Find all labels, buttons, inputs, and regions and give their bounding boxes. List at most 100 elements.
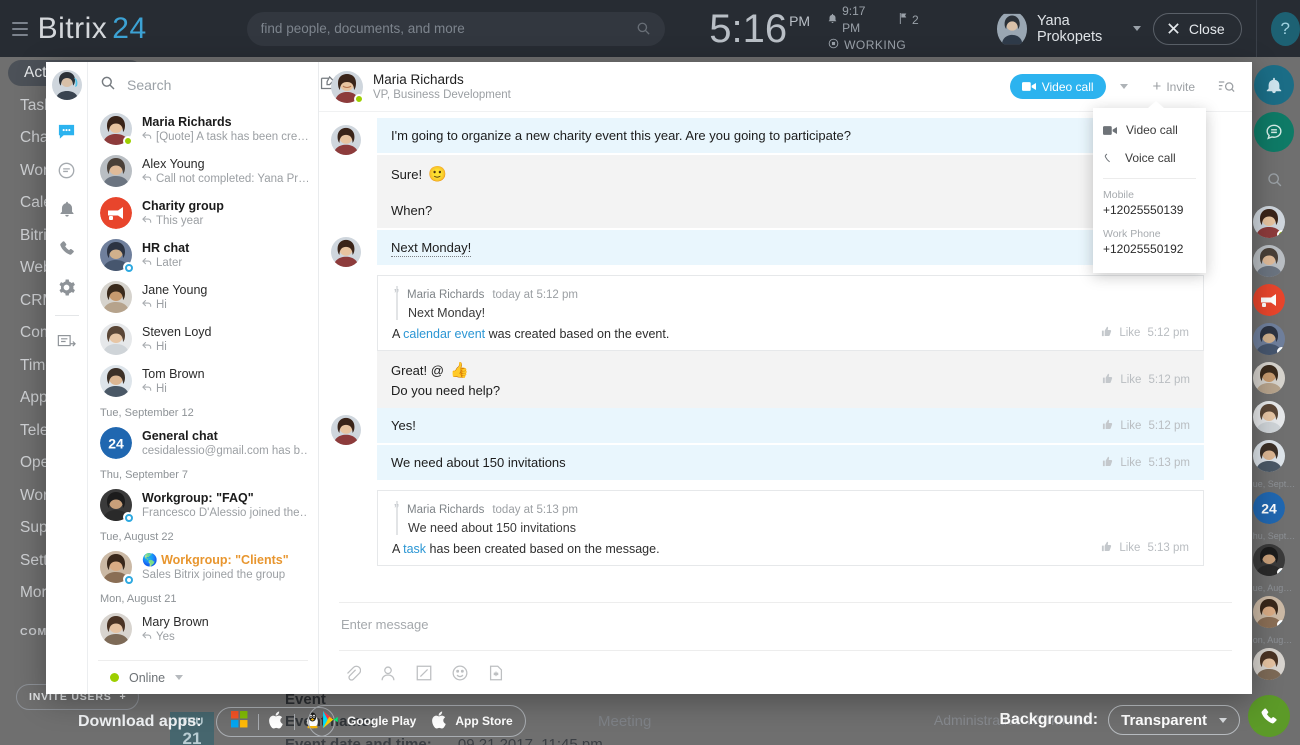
rail-avatar[interactable] bbox=[1253, 648, 1285, 680]
list-item[interactable]: Alex YoungCall not completed: Yana Pr… bbox=[88, 150, 318, 192]
work-phone-number: +12025550192 bbox=[1103, 241, 1196, 257]
online-status-row[interactable]: Online bbox=[98, 660, 308, 694]
list-item[interactable]: 24General chatcesidalessio@gmail.com has… bbox=[88, 422, 318, 464]
emoji-icon[interactable] bbox=[451, 664, 469, 682]
search-list-icon[interactable] bbox=[1214, 75, 1238, 99]
notifications-button[interactable] bbox=[1254, 65, 1294, 105]
message-bubble: I'm going to organize a new charity even… bbox=[377, 118, 1204, 153]
like-icon[interactable] bbox=[1102, 456, 1113, 470]
sidebar-item-open-channels[interactable] bbox=[50, 155, 84, 185]
like-icon[interactable] bbox=[1102, 419, 1113, 433]
google-play-label: Google Play bbox=[347, 714, 416, 728]
dropdown-mobile-phone[interactable]: Mobile +12025550139 bbox=[1093, 185, 1206, 224]
messages-button[interactable] bbox=[1254, 112, 1294, 152]
sidebar-item-notifications[interactable] bbox=[50, 194, 84, 224]
chat-preview: Hi bbox=[142, 298, 308, 312]
like-icon[interactable] bbox=[1101, 326, 1112, 340]
list-item[interactable]: Mary BrownYes bbox=[88, 608, 318, 650]
sidebar-item-phone[interactable] bbox=[50, 233, 84, 263]
message-like-row[interactable]: Like5:13 pm bbox=[1102, 456, 1190, 470]
rail-avatar[interactable] bbox=[1253, 245, 1285, 277]
like-label[interactable]: Like bbox=[1119, 327, 1140, 339]
mention-icon[interactable] bbox=[379, 664, 397, 682]
invite-button[interactable]: + Invite bbox=[1142, 74, 1206, 99]
message-like-row[interactable]: Like5:12 pm bbox=[1102, 373, 1190, 387]
dropdown-voice-call[interactable]: Voice call bbox=[1093, 144, 1206, 172]
avatar bbox=[100, 281, 132, 313]
apple-icon[interactable] bbox=[269, 711, 284, 734]
rail-avatar[interactable] bbox=[1253, 440, 1285, 472]
list-item[interactable]: Charity groupThis year bbox=[88, 192, 318, 234]
list-item[interactable]: Workgroup: "FAQ"Francesco D'Alessio join… bbox=[88, 484, 318, 526]
background-select[interactable]: Transparent bbox=[1108, 705, 1240, 735]
call-options-button[interactable] bbox=[1114, 74, 1134, 99]
rail-avatar[interactable] bbox=[1253, 206, 1285, 238]
chat-list-date-separator: Tue, August 22 bbox=[88, 526, 318, 546]
list-item[interactable]: 🌎 Workgroup: "Clients"Sales Bitrix joine… bbox=[88, 546, 318, 588]
file-icon[interactable] bbox=[487, 664, 505, 682]
quote-link[interactable]: task bbox=[403, 542, 426, 556]
rail-avatar[interactable] bbox=[1253, 323, 1285, 355]
like-label[interactable]: Like bbox=[1120, 374, 1141, 386]
rail-avatar[interactable] bbox=[1253, 401, 1285, 433]
rail-avatar[interactable] bbox=[1253, 362, 1285, 394]
quote-link[interactable]: calendar event bbox=[403, 327, 485, 341]
rail-avatar[interactable] bbox=[1253, 596, 1285, 628]
message-like-row[interactable]: Like5:13 pm bbox=[1101, 541, 1189, 555]
logo[interactable]: Bitrix24 bbox=[38, 12, 147, 46]
user-menu[interactable]: Yana Prokopets bbox=[997, 11, 1141, 47]
search-icon[interactable] bbox=[100, 75, 116, 96]
rail-date-label: hu, Sept… bbox=[1253, 531, 1296, 541]
message-time: 5:12 pm bbox=[1147, 327, 1189, 339]
status-dot-icon bbox=[354, 94, 364, 104]
list-item[interactable]: Maria Richards[Quote] A task has been cr… bbox=[88, 108, 318, 150]
working-status-icon[interactable] bbox=[828, 37, 839, 54]
quoted-message-card: ”Maria Richardstoday at 5:13 pmWe need a… bbox=[377, 490, 1204, 566]
message-composer[interactable]: Enter message bbox=[339, 602, 1232, 650]
windows-icon[interactable] bbox=[231, 711, 248, 733]
rail-search-button[interactable] bbox=[1254, 159, 1294, 199]
rail-avatar[interactable] bbox=[1253, 544, 1285, 576]
close-button[interactable]: Close bbox=[1153, 13, 1242, 45]
app-store-icon[interactable] bbox=[432, 711, 447, 732]
avatar bbox=[331, 237, 361, 267]
like-label[interactable]: Like bbox=[1120, 420, 1141, 432]
video-call-button[interactable]: Video call bbox=[1010, 74, 1106, 99]
list-item[interactable]: Steven LoydHi bbox=[88, 318, 318, 360]
menu-toggle-icon[interactable] bbox=[12, 22, 28, 36]
like-label[interactable]: Like bbox=[1119, 542, 1140, 554]
dropdown-work-phone[interactable]: Work Phone +12025550192 bbox=[1093, 224, 1206, 263]
list-item[interactable]: HR chatLater bbox=[88, 234, 318, 276]
chat-search-row[interactable] bbox=[88, 62, 318, 108]
message-like-row[interactable]: Like5:12 pm bbox=[1102, 419, 1190, 433]
call-fab-button[interactable] bbox=[1248, 695, 1290, 737]
like-icon[interactable] bbox=[1102, 373, 1113, 387]
search-icon[interactable] bbox=[636, 21, 651, 36]
message-input-placeholder[interactable]: Enter message bbox=[339, 603, 1232, 650]
quote-icon[interactable] bbox=[415, 664, 433, 682]
avatar[interactable] bbox=[52, 70, 82, 100]
emoji-icon: 🙂 bbox=[428, 166, 447, 183]
help-button[interactable]: ? bbox=[1271, 12, 1300, 46]
list-item[interactable]: Tom BrownHi bbox=[88, 360, 318, 402]
reply-arrow-icon bbox=[142, 630, 152, 644]
like-icon[interactable] bbox=[1101, 541, 1112, 555]
quote-time: today at 5:12 pm bbox=[492, 289, 578, 301]
global-search[interactable] bbox=[247, 12, 666, 46]
reply-arrow-icon bbox=[142, 298, 152, 312]
dropdown-video-call[interactable]: Video call bbox=[1093, 116, 1206, 144]
rail-avatar[interactable] bbox=[1253, 284, 1285, 316]
close-label: Close bbox=[1189, 21, 1225, 37]
attach-icon[interactable] bbox=[343, 664, 361, 682]
sidebar-item-chat[interactable] bbox=[50, 116, 84, 146]
chat-search-input[interactable] bbox=[127, 77, 308, 93]
message-like-row[interactable]: Like 5:12 pm bbox=[1101, 326, 1189, 340]
sidebar-item-settings[interactable] bbox=[50, 272, 84, 302]
sidebar-item-collapse[interactable] bbox=[50, 326, 84, 356]
rail-avatar[interactable]: 24 bbox=[1253, 492, 1285, 524]
google-play-icon[interactable] bbox=[321, 710, 339, 732]
search-input[interactable] bbox=[261, 21, 637, 36]
like-label[interactable]: Like bbox=[1120, 457, 1141, 469]
mobile-stores-pill[interactable]: Google Play App Store bbox=[308, 705, 526, 737]
list-item[interactable]: Jane YoungHi bbox=[88, 276, 318, 318]
